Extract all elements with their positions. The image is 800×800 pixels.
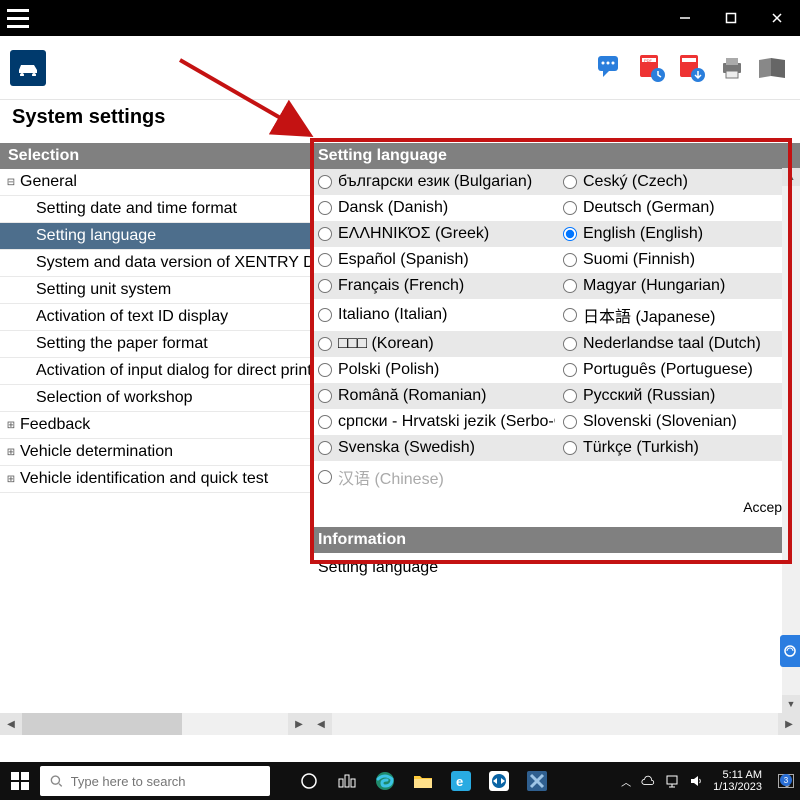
language-option[interactable]: Suomi (Finnish) (555, 247, 800, 273)
language-option[interactable]: Français (French) (310, 273, 555, 299)
windows-taskbar: e ︿ 5:11 AM 1/13/2023 3 (0, 762, 800, 800)
language-option[interactable]: Español (Spanish) (310, 247, 555, 273)
language-option[interactable]: Português (Portuguese) (555, 357, 800, 383)
taskbar-search-input[interactable] (71, 774, 260, 789)
language-option[interactable]: Русский (Russian) (555, 383, 800, 409)
chat-icon[interactable] (594, 50, 630, 86)
language-option[interactable]: Dansk (Danish) (310, 195, 555, 221)
search-icon (50, 774, 63, 788)
svg-text:e: e (456, 774, 463, 789)
language-option (555, 461, 800, 493)
explorer-icon[interactable] (404, 762, 442, 800)
language-option[interactable]: □□□ (Korean) (310, 331, 555, 357)
language-option[interactable]: Italiano (Italian) (310, 299, 555, 331)
notifications-button[interactable]: 3 (778, 774, 794, 788)
tree-item[interactable]: System and data version of XENTRY Dia (0, 250, 310, 277)
maximize-button[interactable] (708, 0, 754, 36)
language-option[interactable]: English (English) (555, 221, 800, 247)
tree-item[interactable]: Vehicle determination (0, 439, 310, 466)
vehicle-icon[interactable] (10, 50, 46, 86)
language-option[interactable]: Slovenski (Slovenian) (555, 409, 800, 435)
tree-item[interactable]: Setting unit system (0, 277, 310, 304)
information-header: Information (310, 527, 800, 553)
side-tab-button[interactable] (780, 635, 800, 667)
language-option[interactable]: Deutsch (German) (555, 195, 800, 221)
language-option[interactable]: ΕΛΛΗΝΙΚΌΣ (Greek) (310, 221, 555, 247)
language-option[interactable]: Türkçe (Turkish) (555, 435, 800, 461)
tree-item[interactable]: Activation of text ID display (0, 304, 310, 331)
minimize-button[interactable] (662, 0, 708, 36)
tree-item[interactable]: Setting the paper format (0, 331, 310, 358)
language-option[interactable]: Polski (Polish) (310, 357, 555, 383)
tray-network-icon[interactable] (665, 774, 679, 788)
vertical-scrollbar[interactable]: ▲ ▼ (782, 168, 800, 713)
app-toolbar: PDF (0, 36, 800, 100)
tree-item[interactable]: Activation of input dialog for direct pr… (0, 358, 310, 385)
tree-item[interactable]: Setting date and time format (0, 196, 310, 223)
selection-panel: Selection GeneralSetting date and time f… (0, 143, 310, 735)
tree-item[interactable]: Selection of workshop (0, 385, 310, 412)
tree-item[interactable]: Setting language (0, 223, 310, 250)
pdf-time-icon[interactable]: PDF (634, 50, 670, 86)
language-option[interactable]: Svenska (Swedish) (310, 435, 555, 461)
language-option[interactable]: 日本語 (Japanese) (555, 299, 800, 331)
horizontal-scrollbar-right[interactable]: ◀ ▶ (310, 713, 800, 735)
tree-item[interactable]: Vehicle identification and quick test (0, 466, 310, 493)
setting-language-header: Setting language (310, 143, 800, 169)
taskview-icon[interactable] (328, 762, 366, 800)
teamviewer-icon[interactable] (480, 762, 518, 800)
content-panel: Setting language български език (Bulgari… (310, 143, 800, 735)
tray-overflow-icon[interactable]: ︿ (621, 774, 631, 789)
language-option[interactable]: български език (Bulgarian) (310, 169, 555, 195)
language-option[interactable]: Nederlandse taal (Dutch) (555, 331, 800, 357)
tree-item[interactable]: General (0, 169, 310, 196)
pdf-export-icon[interactable] (674, 50, 710, 86)
language-option[interactable]: Română (Romanian) (310, 383, 555, 409)
print-icon[interactable] (714, 50, 750, 86)
tree-item[interactable]: Feedback (0, 412, 310, 439)
taskbar-search[interactable] (40, 766, 270, 796)
hamburger-menu-button[interactable] (0, 0, 36, 36)
window-controls (662, 0, 800, 36)
language-option[interactable]: српски - Hrvatski jezik (Serbo-C... (310, 409, 555, 435)
edge-icon[interactable] (366, 762, 404, 800)
selection-header: Selection (0, 143, 310, 169)
window-titlebar (0, 0, 800, 36)
language-option[interactable]: Magyar (Hungarian) (555, 273, 800, 299)
information-body: Setting language (310, 553, 800, 673)
language-option[interactable]: Ceský (Czech) (555, 169, 800, 195)
close-button[interactable] (754, 0, 800, 36)
cortana-icon[interactable] (290, 762, 328, 800)
page-title: System settings (0, 100, 800, 143)
language-option[interactable]: 汉语 (Chinese) (310, 461, 555, 493)
taskbar-clock[interactable]: 5:11 AM 1/13/2023 (713, 769, 768, 793)
ie-icon[interactable]: e (442, 762, 480, 800)
tray-volume-icon[interactable] (689, 774, 703, 788)
svg-text:PDF: PDF (644, 58, 653, 63)
tray-cloud-icon[interactable] (641, 774, 655, 788)
system-tray: ︿ 5:11 AM 1/13/2023 3 (621, 769, 800, 793)
taskbar-time: 5:11 AM (722, 769, 762, 781)
taskbar-date: 1/13/2023 (713, 781, 762, 793)
book-icon[interactable] (754, 50, 790, 86)
accept-button[interactable]: Accept (743, 499, 786, 515)
start-button[interactable] (0, 762, 40, 800)
xentry-icon[interactable] (518, 762, 556, 800)
horizontal-scrollbar[interactable]: ◀ ▶ (0, 713, 310, 735)
